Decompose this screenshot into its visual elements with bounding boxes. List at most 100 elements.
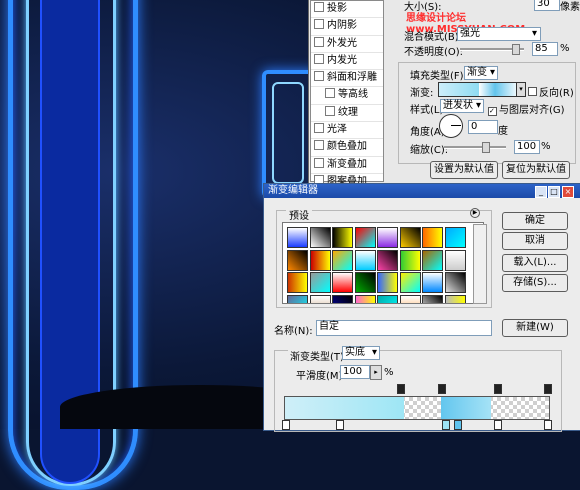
gradient-preset-swatch[interactable]: [354, 249, 376, 271]
checkbox[interactable]: [314, 123, 324, 134]
layer-style-item[interactable]: 斜面和浮雕: [311, 70, 383, 88]
gradient-preset-swatch[interactable]: [354, 294, 376, 303]
gradient-preview[interactable]: [438, 82, 520, 97]
gradient-preset-swatch[interactable]: [377, 294, 398, 303]
neon-letter-fragment-inner: [272, 82, 304, 184]
layer-style-item[interactable]: 等高线: [311, 87, 383, 105]
opacity-stop[interactable]: [438, 384, 446, 394]
gradient-preset-swatch[interactable]: [444, 249, 466, 271]
name-field[interactable]: 自定: [316, 320, 492, 336]
layer-style-item-label: 等高线: [338, 89, 368, 101]
angle-dial[interactable]: [439, 114, 463, 138]
blend-mode-select[interactable]: 强光 ▾: [457, 27, 541, 41]
presets-label: 预设: [286, 207, 312, 222]
presets-scrollbar[interactable]: [473, 224, 487, 304]
close-icon[interactable]: ×: [562, 186, 574, 198]
layer-style-item[interactable]: 内阴影: [311, 18, 383, 36]
gradient-bar[interactable]: [284, 396, 550, 420]
set-default-button[interactable]: 设置为默认值: [430, 161, 498, 179]
gradient-preset-swatch[interactable]: [444, 272, 466, 293]
opacity-input[interactable]: 85: [532, 42, 558, 56]
opacity-stop[interactable]: [494, 384, 502, 394]
checkbox[interactable]: [314, 157, 324, 168]
gradient-preset-swatch[interactable]: [332, 294, 353, 303]
gradient-preset-swatch[interactable]: [399, 272, 421, 293]
chevron-down-icon[interactable]: ▾: [516, 82, 526, 97]
gradient-preset-swatch[interactable]: [287, 249, 308, 271]
smoothness-input[interactable]: 100: [340, 365, 370, 379]
checkbox[interactable]: [314, 140, 324, 151]
gradient-preset-swatch[interactable]: [309, 294, 331, 303]
gradient-preset-swatch[interactable]: [444, 227, 466, 248]
gradient-preset-swatch[interactable]: [287, 294, 308, 303]
reverse-checkbox[interactable]: 反向(R): [528, 84, 574, 99]
gradient-preset-swatch[interactable]: [354, 227, 376, 248]
reverse-label: 反向(R): [539, 88, 574, 99]
gradient-preset-swatch[interactable]: [309, 249, 331, 271]
checkbox[interactable]: [314, 19, 324, 30]
layer-style-item[interactable]: 光泽: [311, 122, 383, 140]
cancel-button[interactable]: 取消: [502, 232, 568, 250]
new-button[interactable]: 新建(W): [502, 319, 568, 337]
fill-type-select[interactable]: 渐变 ▾: [464, 66, 498, 80]
opacity-slider-thumb[interactable]: [512, 44, 520, 55]
align-checkbox[interactable]: ✓ 与图层对齐(G): [488, 101, 565, 116]
gradient-preset-swatch[interactable]: [377, 249, 398, 271]
opacity-stop[interactable]: [544, 384, 552, 394]
reset-default-button[interactable]: 复位为默认值: [502, 161, 570, 179]
opacity-unit: %: [560, 43, 570, 54]
ok-button[interactable]: 确定: [502, 212, 568, 230]
chevron-right-icon[interactable]: ▸: [370, 365, 382, 380]
presets-menu-icon[interactable]: ▶: [470, 208, 480, 218]
checkbox[interactable]: [314, 71, 324, 82]
gradient-preset-swatch[interactable]: [422, 227, 443, 248]
gradient-preset-swatch[interactable]: [422, 272, 443, 293]
checkbox[interactable]: [325, 88, 335, 99]
scale-slider[interactable]: [444, 146, 506, 149]
opacity-stop[interactable]: [397, 384, 405, 394]
checkbox[interactable]: [325, 105, 335, 116]
checkbox[interactable]: [314, 53, 324, 64]
gradient-preset-swatch[interactable]: [309, 227, 331, 248]
gradient-preset-swatch[interactable]: [287, 272, 308, 293]
layer-style-item[interactable]: 渐变叠加: [311, 157, 383, 174]
gradient-preset-swatch[interactable]: [309, 272, 331, 293]
layer-style-item[interactable]: 颜色叠加: [311, 139, 383, 157]
gradient-preset-swatch[interactable]: [444, 294, 466, 303]
gradient-type-select[interactable]: 实底 ▾: [342, 346, 380, 360]
maximize-icon[interactable]: □: [548, 186, 560, 198]
gradient-preset-swatch[interactable]: [399, 249, 421, 271]
layer-style-item-label: 光泽: [327, 124, 347, 136]
gradient-preset-swatch[interactable]: [287, 227, 308, 248]
gradient-preset-swatch[interactable]: [399, 227, 421, 248]
gradient-preset-swatch[interactable]: [377, 272, 398, 293]
layer-style-item-label: 颜色叠加: [327, 141, 367, 153]
align-label: 与图层对齐(G): [499, 105, 565, 116]
scale-unit: %: [541, 141, 551, 152]
checkbox[interactable]: [314, 2, 324, 12]
scale-slider-thumb[interactable]: [482, 142, 490, 153]
gradient-preset-swatch[interactable]: [332, 272, 353, 293]
gradient-preset-swatch[interactable]: [422, 294, 443, 303]
layer-style-item[interactable]: 纹理: [311, 105, 383, 123]
angle-input[interactable]: 0: [468, 120, 498, 134]
save-button[interactable]: 存储(S)...: [502, 274, 568, 292]
gradient-preset-swatch[interactable]: [354, 272, 376, 293]
load-button[interactable]: 载入(L)...: [502, 254, 568, 272]
gradient-preset-swatch[interactable]: [422, 249, 443, 271]
gradient-preset-swatch[interactable]: [377, 227, 398, 248]
gradient-label: 渐变:: [410, 88, 434, 99]
minimize-icon[interactable]: _: [535, 186, 547, 198]
gradient-preset-swatch[interactable]: [332, 227, 353, 248]
layer-style-item-label: 投影: [327, 3, 347, 14]
scale-input[interactable]: 100: [514, 140, 540, 154]
angle-unit: 度: [498, 126, 508, 137]
style-select[interactable]: 迸发状 ▾: [440, 99, 484, 113]
layer-style-item[interactable]: 内发光: [311, 53, 383, 71]
layer-style-item[interactable]: 外发光: [311, 36, 383, 53]
gradient-preset-swatch[interactable]: [332, 249, 353, 271]
chevron-down-icon: ▾: [531, 28, 537, 39]
checkbox[interactable]: [314, 36, 324, 47]
layer-style-item[interactable]: 投影: [311, 1, 383, 19]
gradient-preset-swatch[interactable]: [399, 294, 421, 303]
